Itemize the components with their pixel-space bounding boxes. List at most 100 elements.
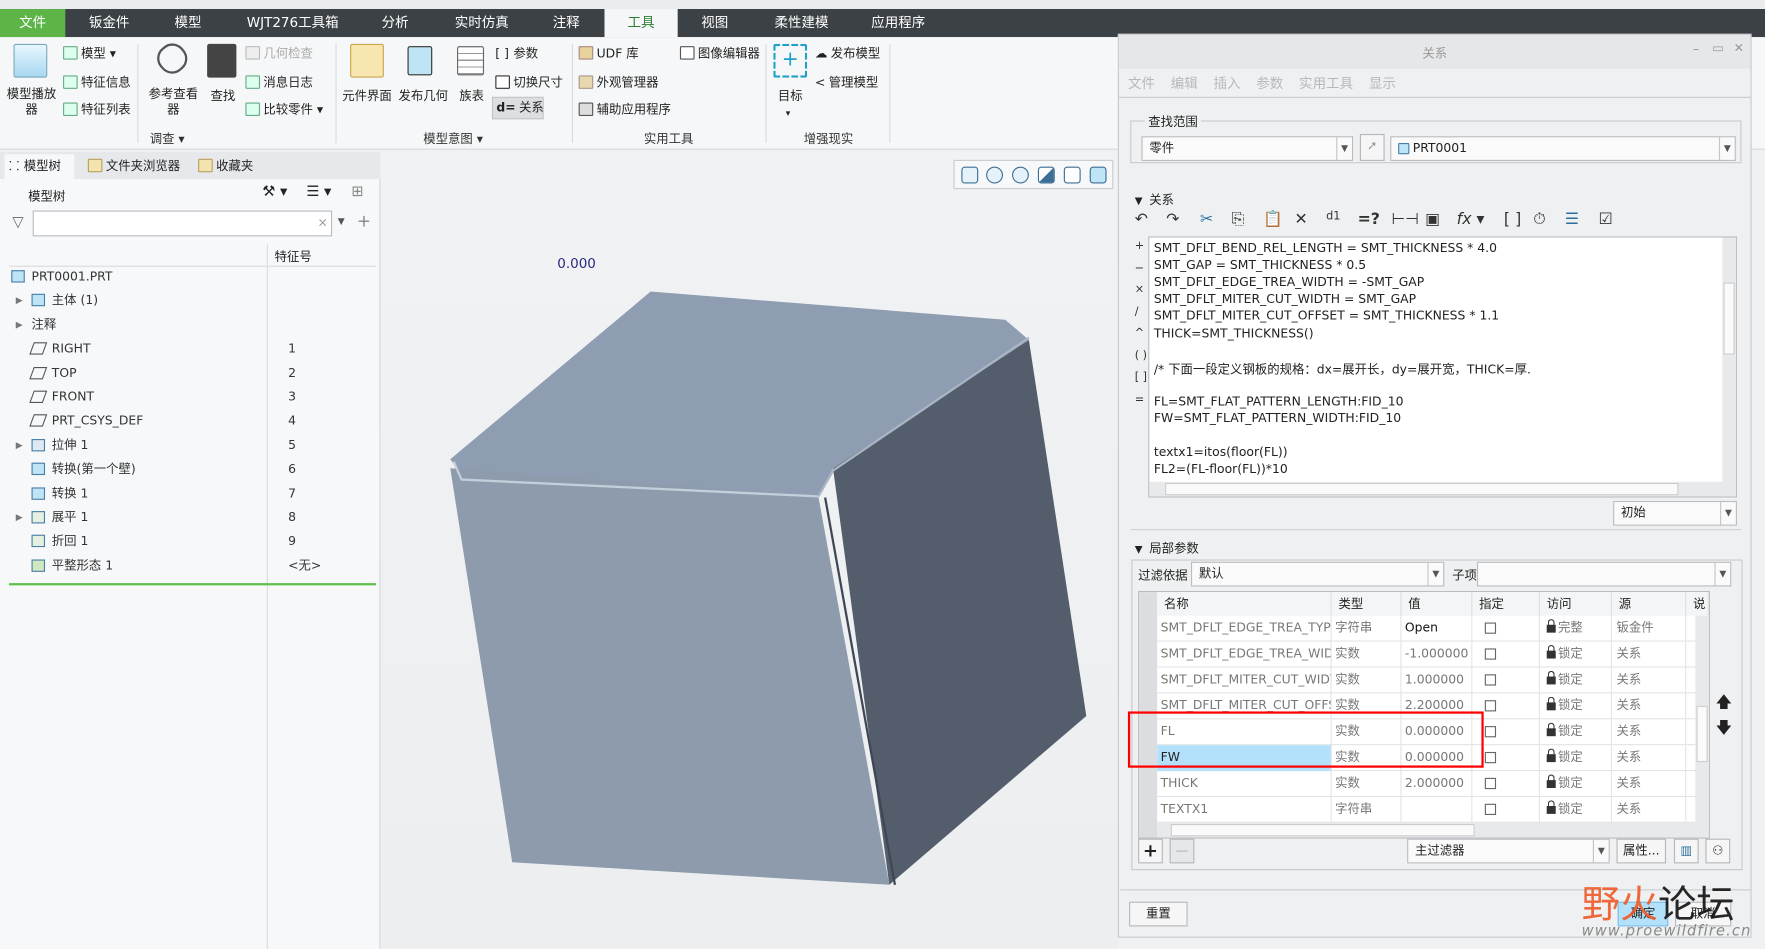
cell-access[interactable]: 锁定 bbox=[1540, 693, 1613, 720]
switch-dims-icon[interactable]: d1 bbox=[1326, 211, 1340, 223]
operator-button[interactable]: [ ] bbox=[1135, 371, 1147, 383]
cell-source[interactable]: 关系 bbox=[1612, 667, 1687, 694]
main-filter-select[interactable]: 主过滤器 ▼ bbox=[1407, 838, 1610, 864]
cell-name[interactable]: SMT_DFLT_EDGE_TREA_WIDT bbox=[1157, 641, 1332, 668]
timer-icon[interactable]: ⏱ bbox=[1533, 211, 1545, 229]
cell-source[interactable]: 关系 bbox=[1612, 745, 1687, 772]
cell-type[interactable]: 实数 bbox=[1332, 771, 1402, 797]
cell-value[interactable]: Open bbox=[1401, 615, 1473, 642]
function-icon[interactable]: fx ▾ bbox=[1457, 211, 1485, 229]
cell-source[interactable]: 关系 bbox=[1612, 771, 1687, 797]
designated-checkbox[interactable] bbox=[1484, 751, 1497, 764]
operator-button[interactable]: / bbox=[1135, 306, 1139, 318]
horizontal-scrollbar[interactable] bbox=[1149, 481, 1736, 497]
cell-type[interactable]: 字符串 bbox=[1332, 615, 1402, 642]
minimize-icon[interactable]: – bbox=[1693, 42, 1699, 57]
table-row[interactable]: TEXTX1 字符串 锁定 关系 bbox=[1157, 796, 1698, 823]
add-parameter-button[interactable]: + bbox=[1138, 838, 1163, 864]
column-header[interactable]: 源 bbox=[1612, 592, 1687, 616]
table-vertical-scrollbar[interactable] bbox=[1695, 615, 1709, 825]
menu-3[interactable]: 参数 bbox=[1256, 73, 1283, 92]
cell-source[interactable]: 关系 bbox=[1612, 693, 1687, 720]
close-icon[interactable]: ✕ bbox=[1734, 41, 1744, 56]
verify-icon[interactable]: ☑ bbox=[1598, 211, 1612, 229]
cell-type[interactable]: 实数 bbox=[1332, 641, 1402, 668]
table-horizontal-scrollbar[interactable] bbox=[1157, 822, 1709, 838]
cell-access[interactable]: 锁定 bbox=[1540, 641, 1613, 668]
column-header[interactable]: 名称 bbox=[1157, 592, 1332, 616]
reset-button[interactable]: 重置 bbox=[1129, 901, 1188, 927]
sort-relations-icon[interactable]: ☰ bbox=[1565, 211, 1579, 229]
cell-access[interactable]: 锁定 bbox=[1540, 719, 1613, 746]
sort-select[interactable]: 初始 ▼ bbox=[1613, 500, 1737, 526]
cell-value[interactable] bbox=[1401, 796, 1473, 823]
paste-icon[interactable]: 📋 bbox=[1263, 211, 1283, 229]
move-up-icon[interactable]: 🡅 bbox=[1716, 690, 1732, 717]
refit-icon[interactable] bbox=[961, 166, 979, 184]
column-header[interactable]: 类型 bbox=[1331, 592, 1402, 616]
cell-value[interactable]: 2.000000 bbox=[1401, 771, 1473, 797]
redo-icon[interactable]: ↷ bbox=[1166, 211, 1179, 229]
table-row[interactable]: SMT_DFLT_MITER_CUT_WIDT 实数 1.000000 锁定 关系 bbox=[1157, 667, 1698, 694]
operator-button[interactable]: + bbox=[1135, 240, 1144, 252]
sub-item-select[interactable]: ▼ bbox=[1476, 561, 1732, 587]
designated-checkbox[interactable] bbox=[1484, 648, 1497, 660]
designated-checkbox[interactable] bbox=[1484, 726, 1497, 738]
cell-value[interactable]: -1.000000 bbox=[1401, 641, 1473, 668]
cell-type[interactable]: 字符串 bbox=[1332, 796, 1402, 823]
menu-0[interactable]: 文件 bbox=[1128, 73, 1155, 92]
menu-2[interactable]: 插入 bbox=[1214, 73, 1241, 92]
menu-4[interactable]: 实用工具 bbox=[1299, 73, 1353, 92]
column-header[interactable]: 说 bbox=[1686, 592, 1709, 616]
cell-access[interactable]: 完整 bbox=[1540, 615, 1613, 642]
select-model-button[interactable]: ➚ bbox=[1359, 133, 1385, 161]
cell-name[interactable]: THICK bbox=[1157, 771, 1332, 797]
repaint-icon[interactable] bbox=[1037, 166, 1055, 184]
cell-type[interactable]: 实数 bbox=[1332, 667, 1402, 694]
local-params-toggle[interactable]: ▼ 局部参数 bbox=[1135, 539, 1199, 557]
cell-source[interactable]: 关系 bbox=[1612, 641, 1687, 668]
zoom-out-icon[interactable] bbox=[1012, 166, 1029, 184]
column-header[interactable]: 指定 bbox=[1472, 592, 1540, 616]
column-header[interactable]: 值 bbox=[1401, 592, 1473, 616]
cell-access[interactable]: 锁定 bbox=[1540, 771, 1613, 797]
cell-access[interactable]: 锁定 bbox=[1540, 667, 1613, 694]
menu-1[interactable]: 编辑 bbox=[1171, 73, 1198, 92]
sort-icon[interactable]: ▣ bbox=[1425, 211, 1440, 229]
designated-checkbox[interactable] bbox=[1484, 777, 1497, 790]
operator-button[interactable]: = bbox=[1135, 393, 1144, 405]
filter-select[interactable]: 默认 ▼ bbox=[1190, 561, 1445, 587]
evaluate-icon[interactable]: =? bbox=[1358, 211, 1380, 229]
dimension-icon[interactable]: ⊢⊣ bbox=[1391, 211, 1418, 229]
table-row[interactable]: SMT_DFLT_EDGE_TREA_WIDT 实数 -1.000000 锁定 关系 bbox=[1157, 641, 1698, 668]
properties-button[interactable]: 属性... bbox=[1616, 838, 1667, 864]
cell-value[interactable]: 1.000000 bbox=[1401, 667, 1473, 694]
designated-checkbox[interactable] bbox=[1484, 674, 1497, 686]
cell-name[interactable]: TEXTX1 bbox=[1157, 796, 1332, 823]
copy-icon[interactable]: ⎘ bbox=[1232, 211, 1245, 229]
menu-5[interactable]: 显示 bbox=[1369, 73, 1396, 92]
cell-name[interactable]: SMT_DFLT_MITER_CUT_WIDT bbox=[1157, 667, 1332, 694]
cell-access[interactable]: 锁定 bbox=[1540, 796, 1613, 823]
designated-checkbox[interactable] bbox=[1484, 700, 1497, 712]
maximize-icon[interactable]: ▭ bbox=[1712, 41, 1724, 56]
operator-button[interactable]: ( ) bbox=[1135, 350, 1147, 362]
table-row[interactable]: THICK 实数 2.000000 锁定 关系 bbox=[1157, 771, 1698, 797]
cell-source[interactable]: 关系 bbox=[1612, 796, 1687, 823]
cut-icon[interactable]: ✂ bbox=[1200, 211, 1213, 229]
binoculars-icon[interactable]: ⚇ bbox=[1705, 838, 1731, 864]
cell-access[interactable]: 锁定 bbox=[1540, 745, 1613, 772]
relations-section-toggle[interactable]: ▼ 关系 bbox=[1135, 190, 1174, 208]
scope-type-select[interactable]: 零件 ▼ bbox=[1141, 136, 1354, 161]
columns-icon[interactable]: ▥ bbox=[1673, 838, 1699, 864]
cube-front-face[interactable] bbox=[450, 468, 890, 885]
saved-orientations-icon[interactable] bbox=[1089, 166, 1107, 184]
delete-icon[interactable]: ✕ bbox=[1295, 211, 1308, 229]
designated-checkbox[interactable] bbox=[1484, 622, 1497, 634]
remove-parameter-button[interactable]: — bbox=[1169, 838, 1195, 864]
vertical-scrollbar[interactable] bbox=[1722, 237, 1736, 483]
parameters-icon[interactable]: [ ] bbox=[1504, 211, 1521, 229]
operator-button[interactable]: − bbox=[1135, 262, 1144, 274]
move-down-icon[interactable]: 🡇 bbox=[1716, 716, 1732, 743]
relations-editor[interactable]: SMT_DFLT_BEND_REL_LENGTH = SMT_THICKNESS… bbox=[1148, 236, 1737, 498]
